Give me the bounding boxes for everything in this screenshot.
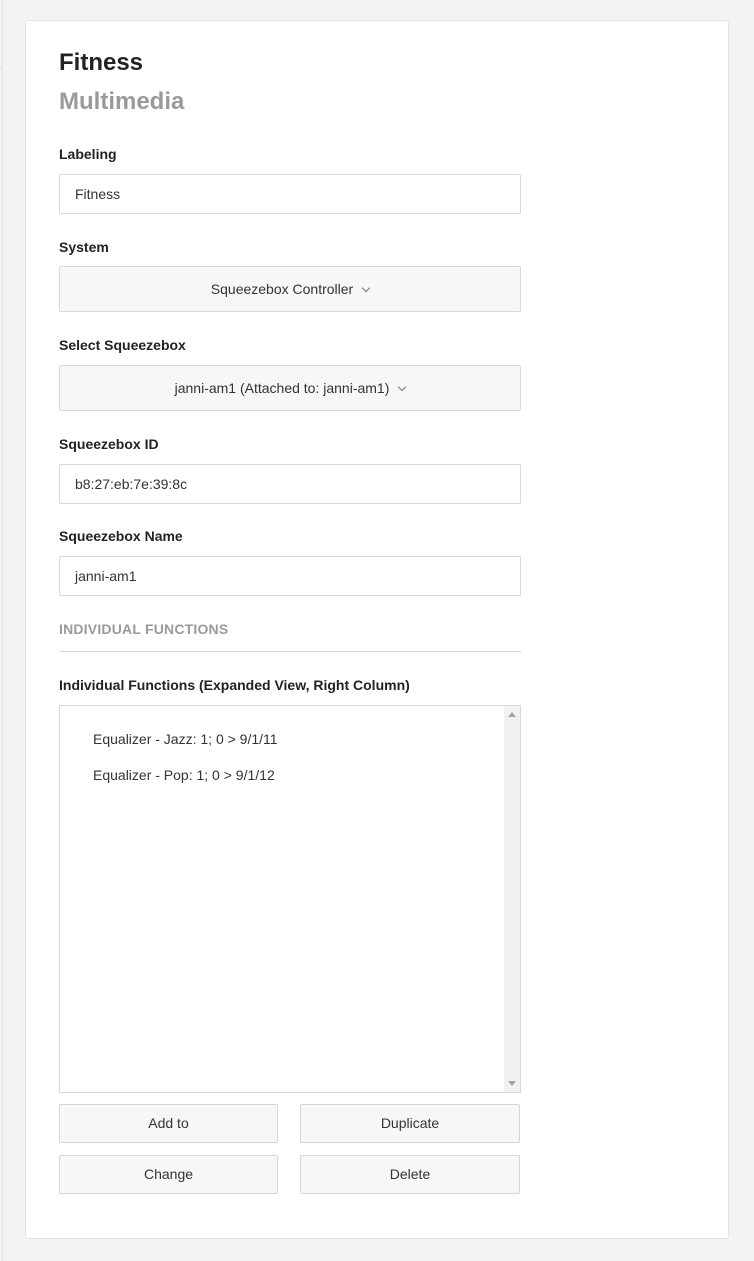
system-label: System (59, 239, 109, 255)
system-select[interactable]: Squeezebox Controller (59, 266, 521, 312)
squeezebox-select[interactable]: janni-am1 (Attached to: janni-am1) (59, 365, 521, 411)
left-edge-line (2, 0, 3, 1261)
squeezebox-name-input[interactable]: janni-am1 (59, 556, 521, 596)
page-title: Fitness (59, 49, 144, 76)
individual-functions-label: Individual Functions (Expanded View, Rig… (59, 677, 410, 693)
list-item[interactable]: Equalizer - Pop: 1; 0 > 9/1/12 (93, 767, 275, 783)
labeling-input[interactable]: Fitness (59, 174, 521, 214)
system-select-value: Squeezebox Controller (210, 281, 354, 297)
left-edge (0, 0, 3, 1261)
settings-card: Fitness Multimedia Labeling Fitness Syst… (25, 20, 729, 1239)
squeezebox-name-label: Squeezebox Name (59, 528, 183, 544)
left-edge-tick (0, 68, 3, 69)
section-divider (59, 651, 521, 652)
change-button[interactable]: Change (59, 1155, 278, 1194)
delete-button[interactable]: Delete (300, 1155, 520, 1194)
individual-functions-listbox[interactable]: Equalizer - Jazz: 1; 0 > 9/1/11 Equalize… (59, 705, 521, 1093)
squeezebox-id-label: Squeezebox ID (59, 436, 159, 452)
squeezebox-id-input[interactable]: b8:27:eb:7e:39:8c (59, 464, 521, 504)
duplicate-button[interactable]: Duplicate (300, 1104, 520, 1143)
add-to-button[interactable]: Add to (59, 1104, 278, 1143)
squeezebox-select-value: janni-am1 (Attached to: janni-am1) (174, 380, 390, 396)
section-heading-individual-functions: INDIVIDUAL FUNCTIONS (59, 621, 229, 637)
select-squeezebox-label: Select Squeezebox (59, 337, 186, 353)
list-item[interactable]: Equalizer - Jazz: 1; 0 > 9/1/11 (93, 731, 278, 747)
chevron-down-icon (361, 283, 371, 293)
listbox-scrollbar[interactable] (504, 706, 520, 1092)
labeling-label: Labeling (59, 146, 117, 162)
scroll-up-arrow-icon[interactable] (508, 712, 516, 717)
scroll-down-arrow-icon[interactable] (508, 1081, 516, 1086)
chevron-down-icon (398, 382, 407, 392)
page-subtitle: Multimedia (59, 88, 185, 115)
